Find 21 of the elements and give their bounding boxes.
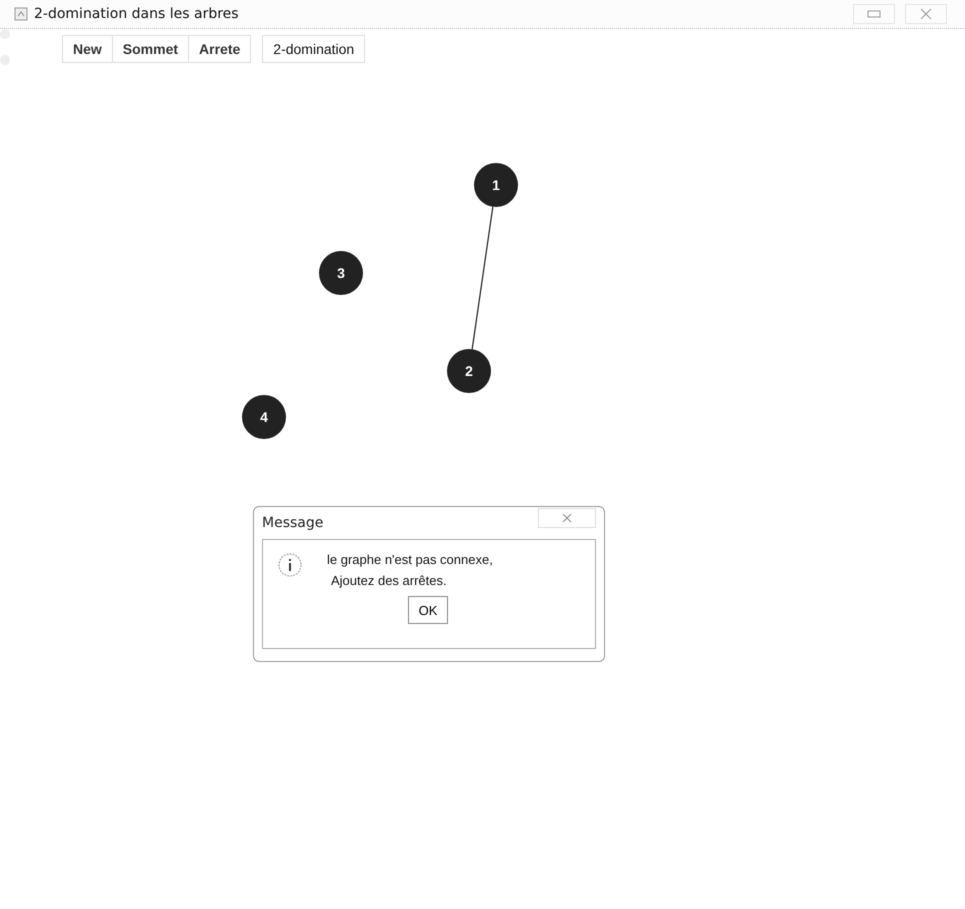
graph-node: 1: [474, 163, 518, 207]
graph-node: 3: [319, 251, 363, 295]
message-text: le graphe n'est pas connexe,: [327, 552, 493, 567]
dialog-title: Message: [262, 515, 324, 531]
graph-node: 4: [242, 395, 286, 439]
minimize-icon: [867, 9, 881, 19]
toolbar-button[interactable]: New: [62, 35, 113, 63]
message-text: Ajoutez des arrêtes.: [330, 573, 448, 588]
toolbar-button[interactable]: Sommet: [112, 35, 190, 63]
minimize-button[interactable]: [853, 4, 895, 24]
app-icon: [14, 7, 28, 21]
close-button[interactable]: [905, 4, 947, 24]
close-button[interactable]: [538, 508, 596, 528]
close-icon: [562, 513, 572, 523]
info-icon: [277, 552, 303, 578]
graph-node: 2: [447, 349, 491, 393]
close-icon: [920, 8, 932, 20]
ok-button[interactable]: OK: [408, 596, 448, 624]
toolbar-button[interactable]: 2-domination: [262, 35, 366, 63]
toolbar-button[interactable]: Arrete: [188, 35, 252, 63]
window-title: 2-domination dans les arbres: [34, 6, 239, 22]
